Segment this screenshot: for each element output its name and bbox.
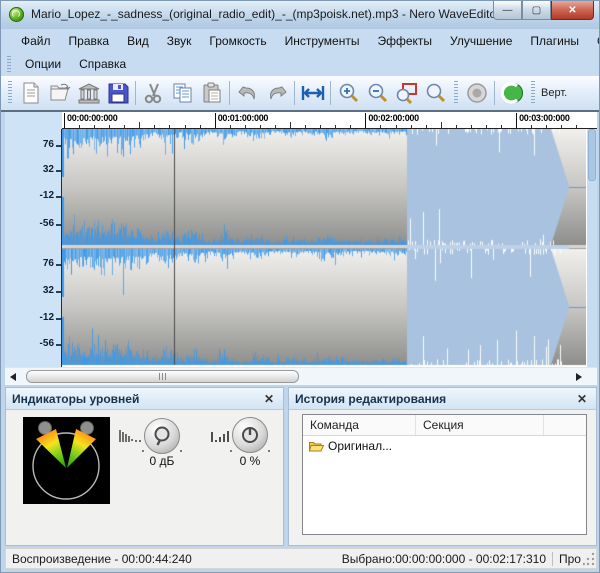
timeline-tick-label: 00:00:00:000: [67, 113, 117, 123]
levels-panel-header[interactable]: Индикаторы уровней ✕: [6, 388, 283, 410]
history-column-command[interactable]: Команда: [303, 415, 416, 435]
new-file-icon[interactable]: [16, 79, 45, 107]
close-button[interactable]: ✕: [551, 1, 594, 20]
toolbar-grip[interactable]: [454, 81, 458, 105]
open-file-icon[interactable]: [45, 79, 74, 107]
redo-icon[interactable]: [262, 79, 291, 107]
close-icon[interactable]: ✕: [574, 392, 590, 406]
gain-knob[interactable]: [144, 418, 180, 454]
cut-icon[interactable]: [139, 79, 168, 107]
vu-meter: [23, 417, 110, 504]
horizontal-scrollbar[interactable]: [5, 367, 597, 385]
menu-plugins[interactable]: Плагины: [521, 31, 588, 51]
menu-tools[interactable]: Инструменты: [276, 31, 369, 51]
menu-enhancement[interactable]: Улучшение: [441, 31, 521, 51]
toolbar: Верт.: [1, 76, 599, 110]
zoom-normal-icon[interactable]: [421, 79, 450, 107]
zoom-selection-icon[interactable]: [392, 79, 421, 107]
levels-panel-title: Индикаторы уровней: [12, 392, 261, 406]
timeline-tick-label: 00:03:00:000: [519, 113, 569, 123]
scroll-right-arrow-icon[interactable]: [571, 368, 587, 386]
mix-knob-label: 0 %: [220, 454, 280, 468]
menu-view[interactable]: Вид: [118, 31, 158, 51]
ruler-corner: [5, 112, 62, 129]
vertical-scale-label: Верт.: [541, 87, 567, 99]
level-falloff-icon: [119, 428, 141, 442]
statusbar: Воспроизведение - 00:00:44:240 Выбрано:0…: [5, 548, 597, 569]
app-window: Mario_Lopez_-_sadness_(original_radio_ed…: [0, 0, 600, 573]
record-icon[interactable]: [462, 79, 491, 107]
status-clipped-text: Про: [559, 552, 583, 566]
timeline-ruler[interactable]: 00:00:00:000 00:01:00:000 00:02:00:000 00:0…: [62, 112, 597, 129]
db-label: -12: [40, 190, 54, 201]
menu-edit[interactable]: Правка: [60, 31, 119, 51]
copy-icon[interactable]: [168, 79, 197, 107]
mix-knob[interactable]: [232, 417, 268, 453]
playback-status: Воспроизведение - 00:00:44:240: [12, 552, 192, 566]
vertical-scrollbar[interactable]: [587, 129, 597, 367]
timeline-tick-label: 00:01:00:000: [218, 113, 268, 123]
waveform-canvas[interactable]: [62, 129, 586, 367]
menu-windows[interactable]: Окна: [588, 31, 600, 51]
timeline-tick-label: 00:02:00:000: [368, 113, 418, 123]
history-list[interactable]: Команда Секция Оригинал...: [302, 414, 587, 535]
db-label: -56: [40, 218, 54, 229]
history-column-section[interactable]: Секция: [416, 415, 544, 435]
history-panel-header[interactable]: История редактирования ✕: [289, 388, 596, 410]
fit-width-icon[interactable]: [298, 79, 327, 107]
folder-icon: [309, 440, 324, 452]
gain-knob-label: 0 дБ: [132, 454, 192, 468]
toolbar-grip[interactable]: [531, 81, 535, 105]
audio-archive-icon[interactable]: [74, 79, 103, 107]
window-title: Mario_Lopez_-_sadness_(original_radio_ed…: [31, 7, 500, 21]
zoom-out-icon[interactable]: [363, 79, 392, 107]
db-label: 32: [43, 164, 54, 175]
level-bars-icon: [211, 428, 231, 442]
nero-app-icon: [9, 7, 24, 22]
menu-volume[interactable]: Громкость: [200, 31, 275, 51]
toolbar-grip[interactable]: [8, 81, 12, 105]
levels-panel: Индикаторы уровней ✕: [5, 387, 284, 546]
minimize-button[interactable]: —: [493, 1, 522, 20]
db-label: 76: [43, 258, 54, 269]
history-row-original[interactable]: Оригинал...: [303, 436, 586, 456]
menubar: Файл Правка Вид Звук Громкость Инструмен…: [1, 29, 599, 76]
maximize-button[interactable]: ▢: [522, 1, 551, 20]
playback-icon[interactable]: [498, 79, 527, 107]
paste-icon[interactable]: [197, 79, 226, 107]
horizontal-scrollbar-thumb[interactable]: [26, 370, 299, 383]
db-label: -56: [40, 338, 54, 349]
save-icon[interactable]: [103, 79, 132, 107]
titlebar: Mario_Lopez_-_sadness_(original_radio_ed…: [1, 1, 599, 30]
menu-file[interactable]: Файл: [12, 31, 60, 51]
history-panel-title: История редактирования: [295, 392, 574, 406]
resize-grip[interactable]: [583, 552, 595, 566]
toolbar-grip[interactable]: [7, 56, 11, 72]
history-panel: История редактирования ✕ Команда Секция …: [288, 387, 597, 546]
menu-options[interactable]: Опции: [16, 54, 70, 74]
scroll-left-arrow-icon[interactable]: [5, 368, 21, 386]
undo-icon[interactable]: [233, 79, 262, 107]
menu-help[interactable]: Справка: [70, 54, 135, 74]
selection-status: Выбрано:00:00:00:000 - 00:02:17:310: [342, 552, 546, 566]
db-label: 76: [43, 139, 54, 150]
vertical-scrollbar-thumb[interactable]: [588, 129, 596, 181]
db-label: -12: [40, 312, 54, 323]
db-scale-column: 76 32 -12 -56 76 32 -12 -56: [5, 129, 61, 367]
close-icon[interactable]: ✕: [261, 392, 277, 406]
zoom-in-icon[interactable]: [334, 79, 363, 107]
waveform-view: 00:00:00:000 00:01:00:000 00:02:00:000 00:0…: [5, 112, 597, 385]
db-label: 32: [43, 285, 54, 296]
menu-audio[interactable]: Звук: [158, 31, 201, 51]
menu-effects[interactable]: Эффекты: [368, 31, 441, 51]
